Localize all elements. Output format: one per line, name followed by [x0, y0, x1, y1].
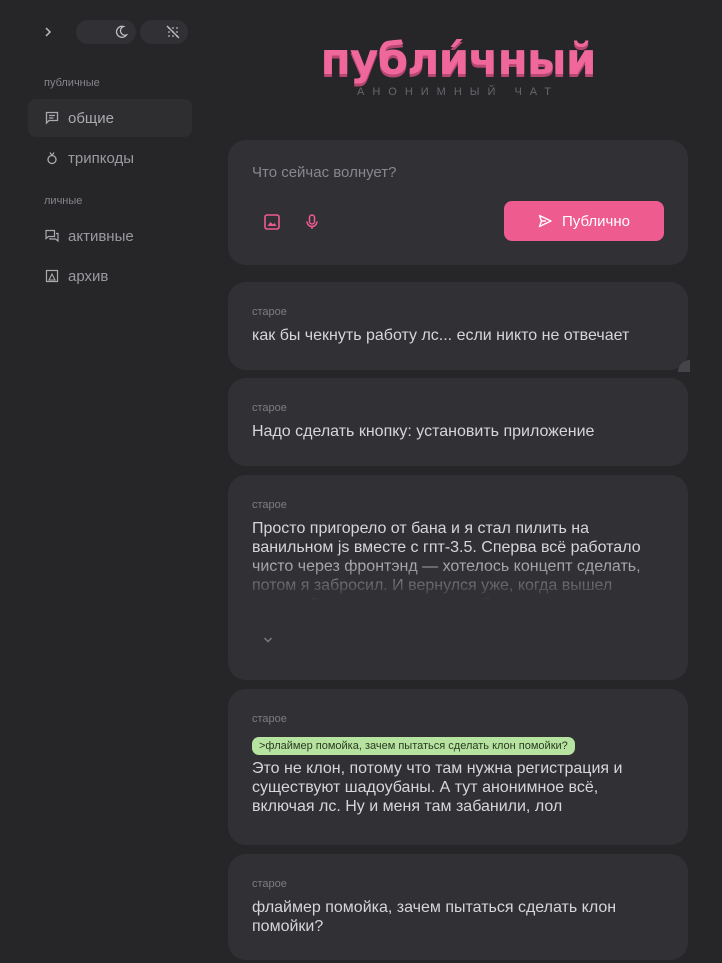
post-meta: старое — [252, 878, 287, 890]
section-label-private: личные — [44, 195, 83, 207]
reply-quote[interactable]: >флаймер помойка, зачем пытаться сделать… — [252, 737, 575, 755]
sidebar: публичные общие трипкоды личные активные… — [0, 0, 210, 963]
publish-label: Публично — [562, 212, 630, 230]
ring-icon — [44, 150, 60, 166]
sidebar-item-tripcodes[interactable]: трипкоды — [28, 139, 192, 177]
post-text: Это не клон, потому что там нужна регист… — [252, 760, 623, 815]
message-input[interactable]: Что сейчас волнует? — [252, 164, 397, 181]
section-label-public: публичные — [44, 77, 100, 89]
chevron-down-icon — [264, 637, 272, 643]
attach-image-button[interactable] — [260, 210, 284, 234]
moon-icon — [115, 25, 128, 38]
theme-toggle[interactable] — [76, 20, 136, 44]
logo[interactable]: публи́чный — [228, 34, 688, 86]
image-icon — [264, 214, 280, 230]
blur-off-icon — [166, 25, 180, 39]
post-card[interactable]: старое Надо сделать кнопку: установить п… — [228, 378, 688, 466]
post-card[interactable]: старое >флаймер помойка, зачем пытаться … — [228, 689, 688, 845]
chat-icon — [44, 110, 60, 126]
send-icon — [538, 214, 552, 228]
post-text: Надо сделать кнопку: установить приложен… — [252, 423, 595, 440]
sidebar-item-archive[interactable]: архив — [28, 257, 192, 295]
app-root: публичные общие трипкоды личные активные… — [0, 0, 722, 963]
expand-sidebar-button[interactable] — [36, 20, 60, 44]
chevron-right-icon — [45, 27, 52, 37]
post-meta: старое — [252, 499, 287, 511]
post-meta: старое — [252, 713, 287, 725]
sidebar-item-general[interactable]: общие — [28, 99, 192, 137]
blur-toggle[interactable] — [140, 20, 188, 44]
archive-icon — [44, 268, 60, 284]
post-card[interactable]: старое флаймер помойка, зачем пытаться с… — [228, 854, 688, 960]
sidebar-item-label: архив — [68, 267, 109, 285]
post-composer: Что сейчас волнует? Публично — [228, 140, 688, 265]
top-controls — [36, 20, 188, 44]
post-meta: старое — [252, 402, 287, 414]
publish-button[interactable]: Публично — [504, 201, 664, 241]
sidebar-item-label: общие — [68, 109, 114, 127]
header: публи́чный анонимный чат — [228, 34, 688, 98]
post-text: Просто пригорело от бана и я стал пилить… — [252, 520, 641, 601]
voice-record-button[interactable] — [300, 210, 324, 234]
conversations-icon — [44, 228, 60, 244]
subtitle: анонимный чат — [356, 86, 560, 98]
post-card[interactable]: старое Просто пригорело от бана и я стал… — [228, 475, 688, 680]
post-text: флаймер помойка, зачем пытаться сделать … — [252, 899, 617, 935]
sidebar-item-label: трипкоды — [68, 149, 134, 167]
microphone-icon — [306, 214, 318, 229]
sidebar-item-active[interactable]: активные — [28, 217, 192, 255]
post-text: как бы чекнуть работу лс... если никто н… — [252, 327, 630, 344]
sidebar-item-label: активные — [68, 227, 134, 245]
post-meta: старое — [252, 306, 287, 318]
post-card[interactable]: старое как бы чекнуть работу лс... если … — [228, 282, 688, 370]
expand-post-button[interactable] — [258, 630, 278, 650]
